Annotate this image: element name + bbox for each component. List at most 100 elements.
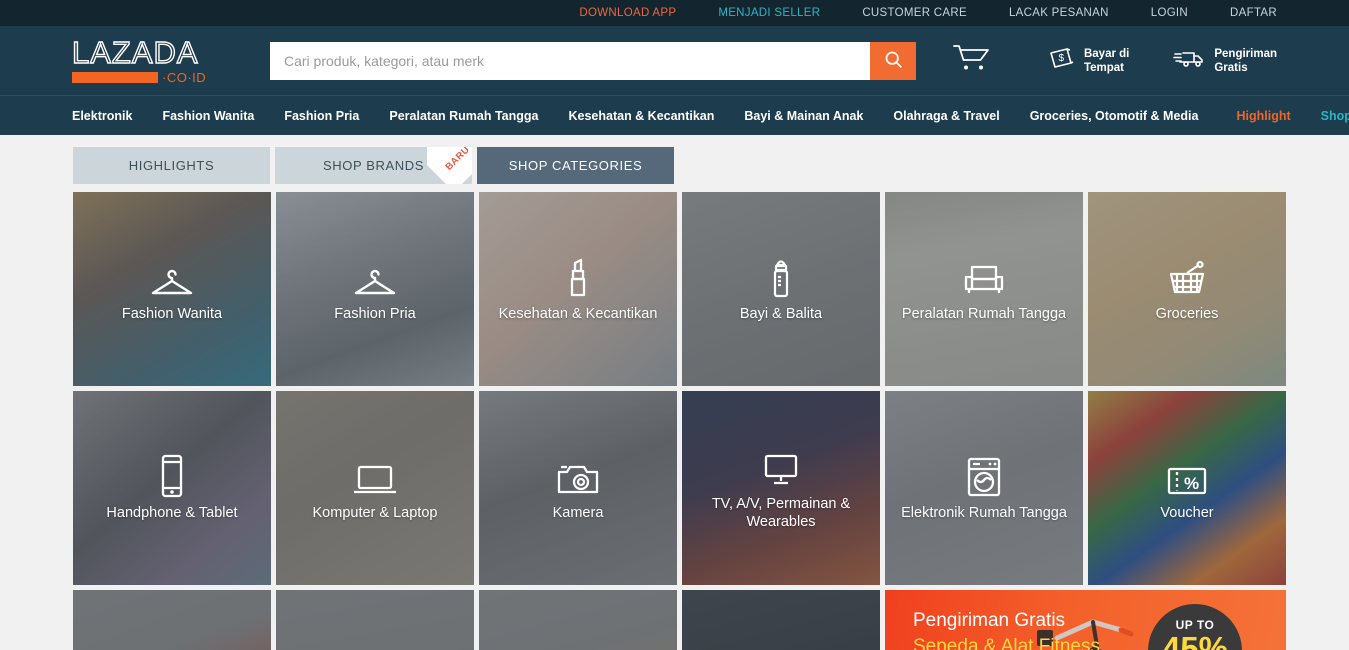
tile-label: Peralatan Rumah Tangga <box>901 306 1067 322</box>
tile-golf[interactable] <box>276 590 474 650</box>
baru-ribbon-text: BARU <box>442 147 472 173</box>
nav-item-kesehatan-kecantikan[interactable]: Kesehatan & Kecantikan <box>568 109 714 123</box>
category-tile-grid: Fashion Wanita Fashion Pria Kesehatan & … <box>0 184 1349 650</box>
armchair-icon <box>961 255 1007 299</box>
banner-line-2: Sepeda & Alat Fitness <box>913 636 1100 650</box>
tile-kesehatan-kecantikan[interactable]: Kesehatan & Kecantikan <box>479 192 677 386</box>
tile-label: Voucher <box>1160 505 1214 521</box>
tile-scrim <box>73 590 271 650</box>
tile-kamera[interactable]: Kamera <box>479 391 677 585</box>
tile-groceries[interactable]: Groceries <box>1088 192 1286 386</box>
tile-komputer-laptop[interactable]: Komputer & Laptop <box>276 391 474 585</box>
tile-voucher[interactable]: % Voucher <box>1088 391 1286 585</box>
promo-line-2: Tempat <box>1083 61 1125 74</box>
tab-shop-categories[interactable]: SHOP CATEGORIES <box>477 147 674 184</box>
topbar-link-customer-care[interactable]: CUSTOMER CARE <box>862 7 967 19</box>
washing-machine-icon <box>964 454 1004 498</box>
cash-on-delivery-icon: $ <box>1047 45 1075 76</box>
search-input[interactable] <box>270 41 870 80</box>
section-tabs: HIGHLIGHTS SHOP BRANDS BARU SHOP CATEGOR… <box>0 135 1349 184</box>
lazada-logo[interactable]: LAZADA ·CO·ID <box>71 35 222 85</box>
voucher-percent-icon: % <box>1164 454 1210 498</box>
promo-line-1: Bayar di <box>1083 47 1130 60</box>
tab-shop-brands[interactable]: SHOP BRANDS BARU <box>275 147 472 184</box>
logo-subline: ·CO·ID <box>72 70 222 85</box>
baby-bottle-icon <box>768 255 794 299</box>
banner-line-1: Pengiriman Gratis <box>913 610 1066 631</box>
tile-bayi-balita[interactable]: Bayi & Balita <box>682 192 880 386</box>
tile-handphone-tablet[interactable]: Handphone & Tablet <box>73 391 271 585</box>
banner-text: Pengiriman Gratis Sepeda & Alat Fitness <box>913 608 1100 650</box>
shopping-cart-icon <box>952 43 990 78</box>
tile-peralatan-rumah-tangga[interactable]: Peralatan Rumah Tangga <box>885 192 1083 386</box>
topbar-link-download-app[interactable]: DOWNLOAD APP <box>579 7 676 19</box>
svg-text:%: % <box>1184 474 1199 493</box>
top-utility-bar: DOWNLOAD APP MENJADI SELLER CUSTOMER CAR… <box>0 0 1349 26</box>
nav-item-highlight[interactable]: Highlight <box>1236 109 1290 123</box>
nav-item-elektronik[interactable]: Elektronik <box>72 109 132 123</box>
header-promos: $ Bayar di Tempat Pengiriman Gratis <box>1003 45 1277 76</box>
tile-label: Kesehatan & Kecantikan <box>498 306 658 322</box>
site-header: LAZADA ·CO·ID Cari produk, kategori, ata… <box>0 26 1349 95</box>
tile-body: Kamera <box>479 391 677 585</box>
hanger-icon <box>350 255 400 299</box>
tile-body: Bayi & Balita <box>682 192 880 386</box>
shopping-basket-icon <box>1165 255 1209 299</box>
tile-body: Kesehatan & Kecantikan <box>479 192 677 386</box>
promo-bayar-di-tempat[interactable]: $ Bayar di Tempat <box>1047 45 1129 76</box>
tile-scrim <box>276 590 474 650</box>
tile-body: Elektronik Rumah Tangga <box>885 391 1083 585</box>
camera-icon <box>555 454 601 498</box>
tile-tv-av-permainan-wearables[interactable]: TV, A/V, Permainan & Wearables <box>682 391 880 585</box>
nav-item-fashion-wanita[interactable]: Fashion Wanita <box>162 109 254 123</box>
tab-shop-brands-label: SHOP BRANDS <box>323 158 424 173</box>
category-nav: Elektronik Fashion Wanita Fashion Pria P… <box>0 95 1349 135</box>
search-button[interactable] <box>870 41 916 80</box>
tile-label: Fashion Wanita <box>121 306 223 322</box>
tile-label: TV, A/V, Permainan & Wearables <box>711 496 851 530</box>
cart-button[interactable] <box>952 43 990 78</box>
tile-fashion-pria[interactable]: Fashion Pria <box>276 192 474 386</box>
topbar-link-menjadi-seller[interactable]: MENJADI SELLER <box>718 7 820 19</box>
topbar-link-login[interactable]: LOGIN <box>1151 7 1188 19</box>
nav-item-bayi-mainan-anak[interactable]: Bayi & Mainan Anak <box>744 109 863 123</box>
tile-label: Fashion Pria <box>334 306 416 322</box>
nav-item-peralatan-rumah-tangga[interactable]: Peralatan Rumah Tangga <box>389 109 538 123</box>
logo-coid-text: ·CO·ID <box>162 70 207 85</box>
promo-bayar-di-tempat-text: Bayar di Tempat <box>1084 47 1129 75</box>
tile-label: Elektronik Rumah Tangga <box>901 505 1067 521</box>
laptop-icon <box>350 454 400 498</box>
tile-label: Bayi & Balita <box>739 306 823 322</box>
tile-scrim <box>479 590 677 650</box>
logo-orange-bar <box>72 72 158 83</box>
svg-text:$: $ <box>1058 53 1064 64</box>
search-bar <box>270 41 916 80</box>
promo-line-2: Gratis <box>1214 61 1248 74</box>
nav-item-shop-brands[interactable]: Shop Brands <box>1321 109 1349 123</box>
nav-item-groceries-otomotif-media[interactable]: Groceries, Otomotif & Media <box>1030 109 1199 123</box>
tile-fashion-wanita[interactable]: Fashion Wanita <box>73 192 271 386</box>
tile-body: Handphone & Tablet <box>73 391 271 585</box>
tile-body: Groceries <box>1088 192 1286 386</box>
topbar-link-lacak-pesanan[interactable]: LACAK PESANAN <box>1009 7 1109 19</box>
tile-body: Fashion Pria <box>276 192 474 386</box>
delivery-truck-icon <box>1173 46 1205 75</box>
tab-highlights[interactable]: HIGHLIGHTS <box>73 147 270 184</box>
banner-pengiriman-gratis[interactable]: Pengiriman Gratis Sepeda & Alat Fitness … <box>885 590 1286 650</box>
tile-label: Groceries <box>1155 306 1219 322</box>
badge-discount-value: 45% <box>1161 630 1229 650</box>
nav-item-fashion-pria[interactable]: Fashion Pria <box>284 109 359 123</box>
banner-discount-badge: UP TO 45% <box>1148 604 1242 650</box>
promo-pengiriman-gratis[interactable]: Pengiriman Gratis <box>1173 46 1277 75</box>
tile-mainan-anak[interactable] <box>479 590 677 650</box>
tile-label: Komputer & Laptop <box>312 505 438 521</box>
topbar-link-daftar[interactable]: DAFTAR <box>1230 7 1277 19</box>
tile-otomotif[interactable] <box>682 590 880 650</box>
tile-body: Komputer & Laptop <box>276 391 474 585</box>
lipstick-icon <box>563 255 593 299</box>
tile-elektronik-rumah-tangga[interactable]: Elektronik Rumah Tangga <box>885 391 1083 585</box>
tile-olahraga-sepatu[interactable] <box>73 590 271 650</box>
promo-line-1: Pengiriman <box>1214 47 1277 60</box>
baru-ribbon: BARU <box>427 147 472 184</box>
nav-item-olahraga-travel[interactable]: Olahraga & Travel <box>893 109 999 123</box>
